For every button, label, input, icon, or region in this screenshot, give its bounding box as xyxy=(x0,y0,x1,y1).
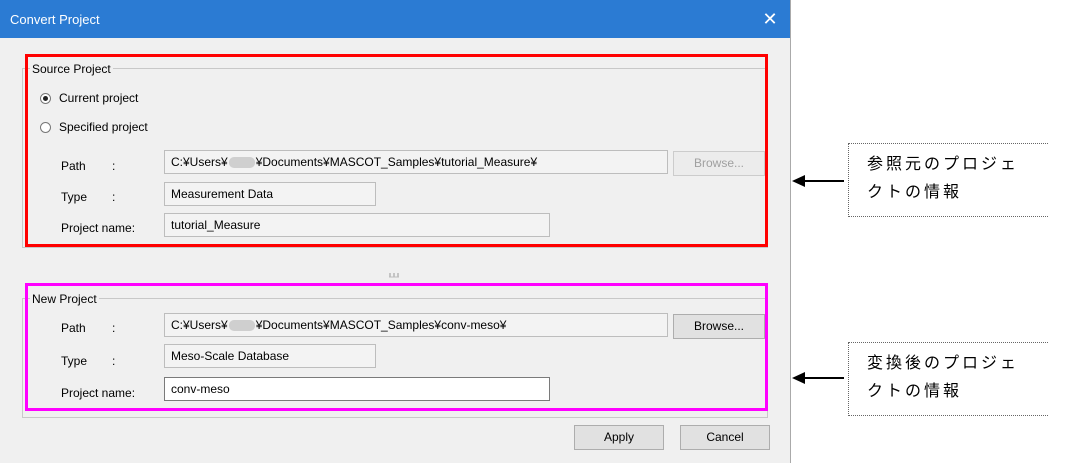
source-highlight-box xyxy=(25,54,768,247)
new-highlight-box xyxy=(25,283,768,411)
source-note-arrow-icon xyxy=(792,175,844,187)
new-annotation-note: 変換後のプロジェ クトの情報 xyxy=(848,342,1048,416)
close-icon[interactable]: ✕ xyxy=(755,9,785,29)
source-note-line-1: 参照元のプロジェ xyxy=(867,156,1020,173)
window-title: Convert Project xyxy=(10,12,100,27)
new-note-line-1: 変換後のプロジェ xyxy=(867,355,1020,372)
source-note-line-2: クトの情報 xyxy=(867,184,963,201)
new-note-line-2: クトの情報 xyxy=(867,383,963,400)
apply-button[interactable]: Apply xyxy=(574,425,664,450)
new-note-arrow-icon xyxy=(792,372,844,384)
cancel-button[interactable]: Cancel xyxy=(680,425,770,450)
title-bar[interactable]: Convert Project ✕ xyxy=(0,0,790,38)
source-annotation-note: 参照元のプロジェ クトの情報 xyxy=(848,143,1048,217)
down-arrow-icon xyxy=(389,273,399,278)
